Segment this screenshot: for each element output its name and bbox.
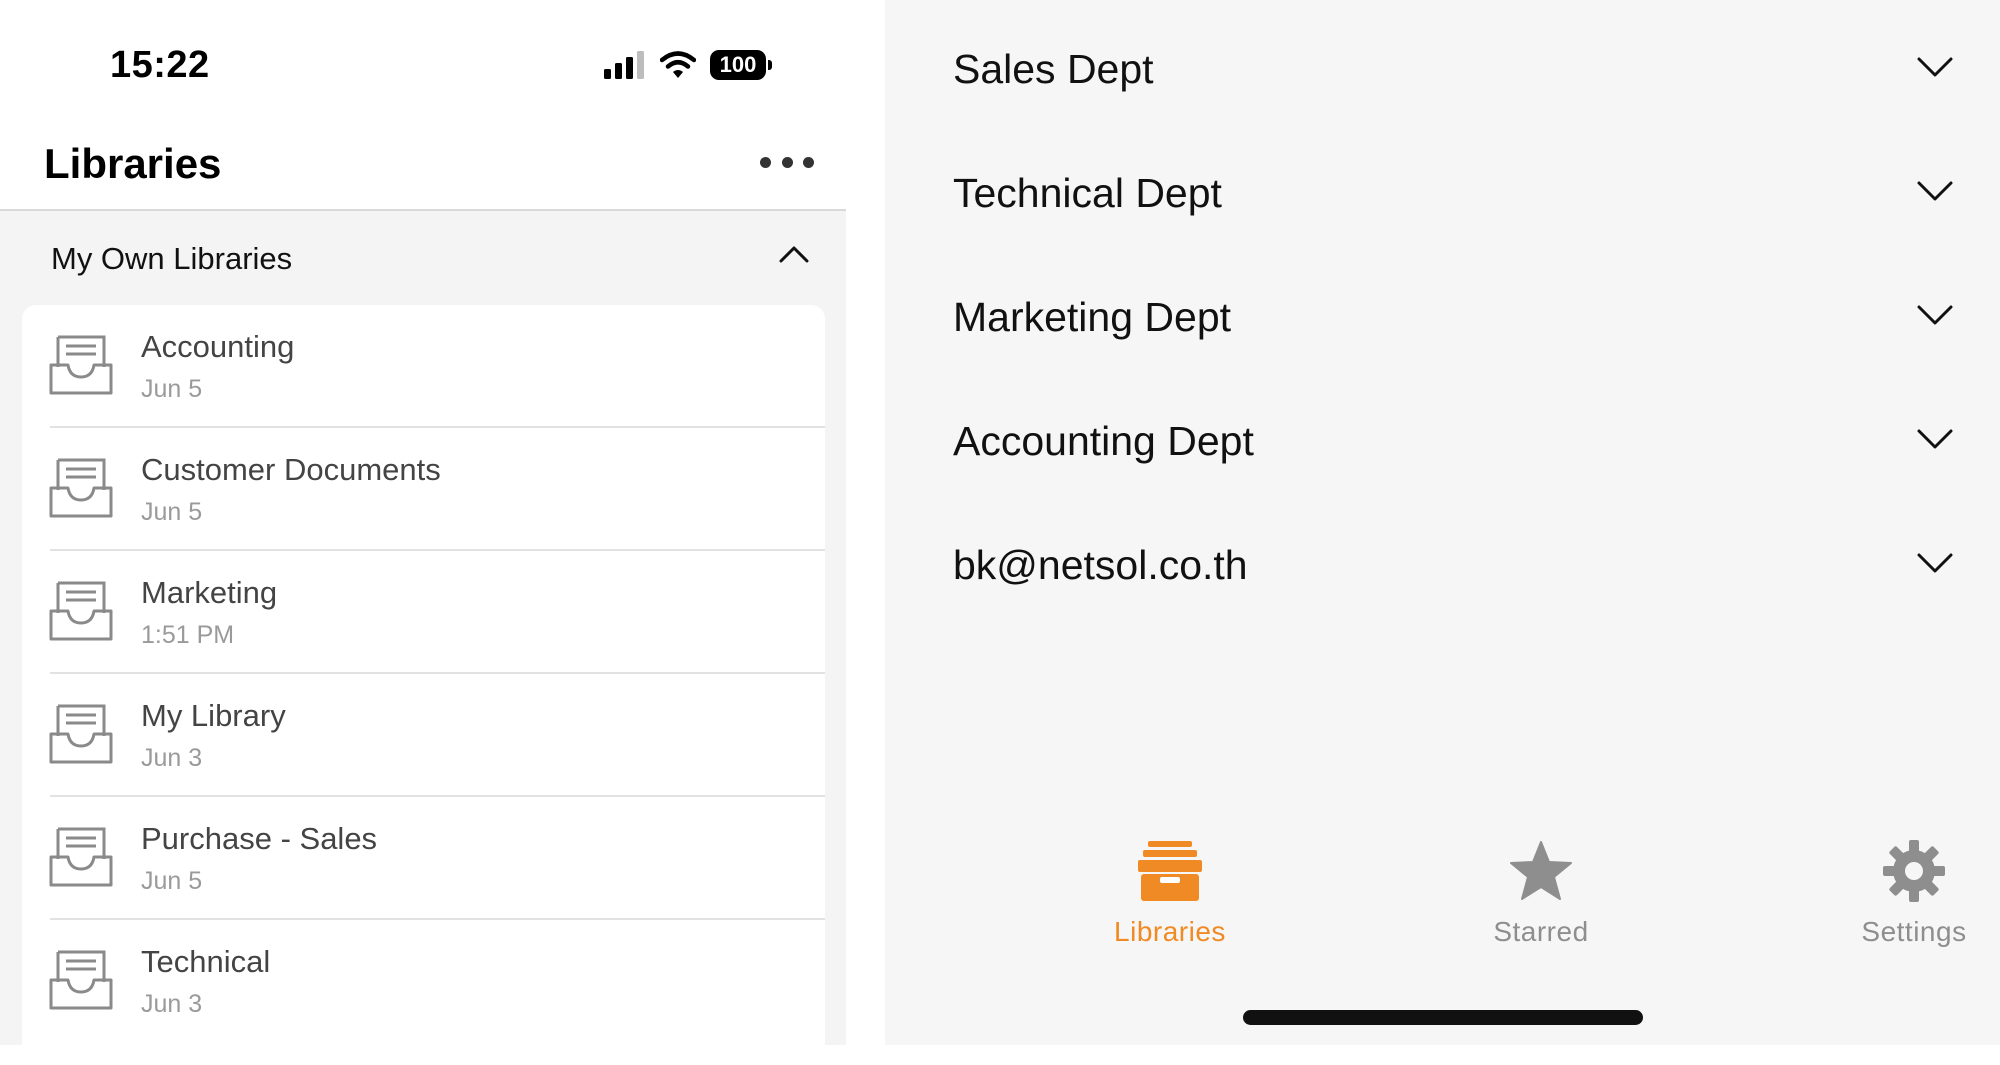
library-card: Accounting Jun 5 Customer Documents Jun … <box>22 305 825 1065</box>
library-row-technical[interactable]: Technical Jun 3 <box>22 920 825 1043</box>
dept-row-accounting[interactable]: Accounting Dept <box>885 378 2000 502</box>
section-title: My Own Libraries <box>51 241 293 276</box>
library-date: Jun 3 <box>141 744 203 772</box>
dept-name: Sales Dept <box>953 46 1154 92</box>
dept-name: Technical Dept <box>953 170 1222 216</box>
library-name: Marketing <box>141 575 278 610</box>
library-name: Purchase - Sales <box>141 821 378 856</box>
library-tray-icon <box>49 581 113 641</box>
chevron-up-icon <box>779 246 809 263</box>
library-date: Jun 3 <box>141 990 203 1018</box>
library-tray-icon <box>49 827 113 887</box>
chevron-down-icon <box>1917 429 1953 449</box>
library-name: My Library <box>141 698 286 733</box>
chevron-down-icon <box>1917 181 1953 201</box>
library-date: Jun 5 <box>141 867 203 895</box>
section-header-my-own-libraries[interactable]: My Own Libraries <box>0 211 846 307</box>
status-time: 15:22 <box>110 44 210 86</box>
dept-name: bk@netsol.co.th <box>953 542 1248 588</box>
library-tray-icon <box>49 950 113 1010</box>
home-indicator <box>1243 1010 1643 1025</box>
library-date: Jun 5 <box>141 375 203 403</box>
dept-name: Marketing Dept <box>953 294 1232 340</box>
signal-icon <box>604 51 644 79</box>
page-title: Libraries <box>44 140 222 187</box>
tab-libraries[interactable]: Libraries <box>1070 820 1270 960</box>
chevron-down-icon <box>1917 553 1953 573</box>
library-tray-icon <box>49 458 113 518</box>
departments-panel: Sales Dept Technical Dept Marketing Dept… <box>885 0 2000 1045</box>
status-icons: 100 <box>604 50 772 80</box>
library-name: Customer Documents <box>141 452 441 487</box>
library-name: Accounting <box>141 329 295 364</box>
library-row-my-library[interactable]: My Library Jun 3 <box>22 674 825 797</box>
library-tray-icon <box>49 335 113 395</box>
tab-label: Settings <box>1861 916 1967 947</box>
library-tray-icon <box>49 704 113 764</box>
battery-icon: 100 <box>710 50 772 80</box>
dept-row-sales[interactable]: Sales Dept <box>885 6 2000 130</box>
wifi-icon <box>660 51 696 78</box>
library-row-purchase-sales[interactable]: Purchase - Sales Jun 5 <box>22 797 825 920</box>
library-row-customer-documents[interactable]: Customer Documents Jun 5 <box>22 428 825 551</box>
tab-starred[interactable]: Starred <box>1441 820 1641 960</box>
library-row-marketing[interactable]: Marketing 1:51 PM <box>22 551 825 674</box>
tab-settings[interactable]: Settings <box>1814 820 2000 960</box>
library-box-icon <box>1138 836 1202 906</box>
library-name: Technical <box>141 944 271 979</box>
chevron-down-icon <box>1917 305 1953 325</box>
libraries-panel: 15:22 100 Libraries My Own Libraries Acc… <box>0 0 846 1065</box>
gear-icon <box>1883 836 1945 906</box>
tab-bar: Libraries Starred Settings <box>885 820 2000 960</box>
dept-row-technical[interactable]: Technical Dept <box>885 130 2000 254</box>
library-row-accounting[interactable]: Accounting Jun 5 <box>22 305 825 428</box>
dept-row-marketing[interactable]: Marketing Dept <box>885 254 2000 378</box>
library-date: 1:51 PM <box>141 621 235 649</box>
tab-label: Libraries <box>1114 916 1226 947</box>
dept-row-user-account[interactable]: bk@netsol.co.th <box>885 502 2000 626</box>
chevron-down-icon <box>1917 57 1953 77</box>
more-options-icon[interactable] <box>760 150 814 174</box>
dept-name: Accounting Dept <box>953 418 1254 464</box>
screen-gap <box>846 0 885 1045</box>
tab-label: Starred <box>1493 916 1589 947</box>
star-icon <box>1510 836 1572 906</box>
library-date: Jun 5 <box>141 498 203 526</box>
